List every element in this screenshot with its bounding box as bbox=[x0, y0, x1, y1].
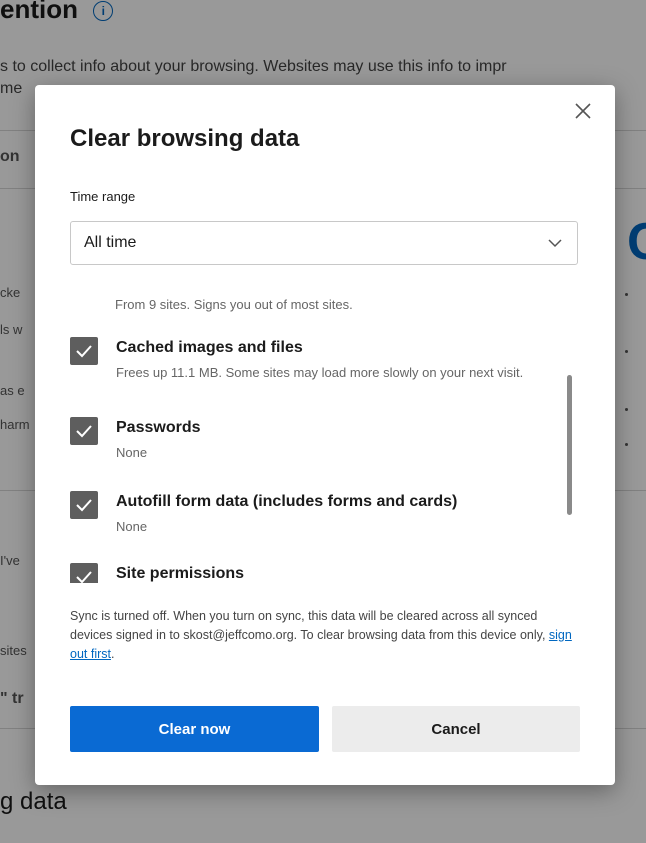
close-button[interactable] bbox=[571, 99, 595, 123]
item-desc: None bbox=[116, 445, 148, 460]
cancel-button[interactable]: Cancel bbox=[332, 706, 580, 752]
item-label: Passwords bbox=[116, 419, 201, 436]
time-range-select[interactable]: All time bbox=[70, 221, 578, 265]
check-icon bbox=[76, 499, 92, 512]
check-icon bbox=[76, 425, 92, 438]
time-range-value: All time bbox=[84, 234, 137, 251]
item-label: Autofill form data (includes forms and c… bbox=[116, 493, 458, 510]
sync-notice-trailing: . bbox=[111, 647, 115, 661]
clear-browsing-data-dialog: Clear browsing data Time range All time … bbox=[35, 85, 615, 785]
item-label: Site permissions bbox=[116, 565, 245, 582]
time-range-label: Time range bbox=[70, 189, 136, 204]
passwords-checkbox[interactable] bbox=[70, 417, 98, 445]
check-icon bbox=[76, 345, 92, 358]
sync-notice-text: Sync is turned off. When you turn on syn… bbox=[70, 609, 546, 642]
data-types-list[interactable]: From 9 sites. Signs you out of most site… bbox=[70, 281, 585, 583]
cached-images-checkbox[interactable] bbox=[70, 337, 98, 365]
check-icon bbox=[76, 571, 92, 583]
autofill-checkbox[interactable] bbox=[70, 491, 98, 519]
dialog-title: Clear browsing data bbox=[70, 125, 300, 152]
item-desc: Frees up 11.1 MB. Some sites may load mo… bbox=[116, 365, 524, 380]
item-desc: None bbox=[116, 519, 148, 534]
clear-now-button[interactable]: Clear now bbox=[70, 706, 319, 752]
item-label: Cached images and files bbox=[116, 339, 303, 356]
cookies-item-desc: From 9 sites. Signs you out of most site… bbox=[115, 297, 353, 312]
sync-notice: Sync is turned off. When you turn on syn… bbox=[70, 607, 582, 664]
site-permissions-checkbox[interactable] bbox=[70, 563, 98, 583]
scrollbar-thumb[interactable] bbox=[567, 375, 572, 515]
chevron-down-icon bbox=[548, 239, 562, 248]
close-icon bbox=[575, 103, 591, 119]
